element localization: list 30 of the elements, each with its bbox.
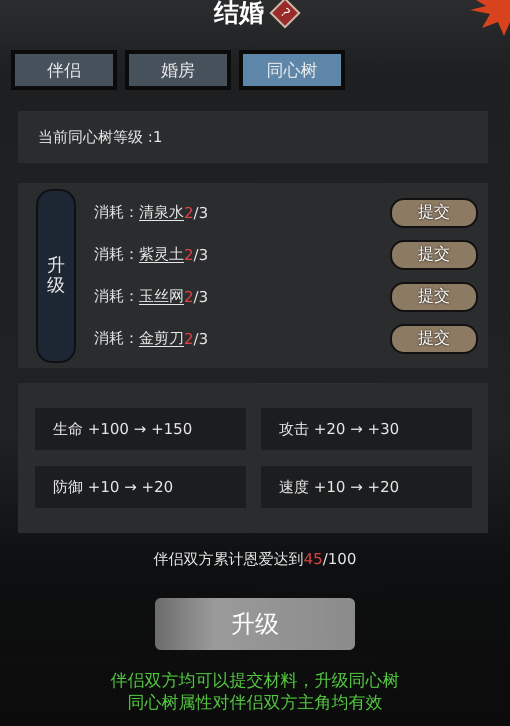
- stat-cell: 速度 +10 → +20: [261, 466, 472, 508]
- cost-label: 消耗：: [94, 203, 139, 222]
- material-link[interactable]: 紫灵土: [139, 245, 184, 264]
- cost-label: 消耗：: [94, 287, 139, 306]
- stat-cell: 生命 +100 → +150: [35, 408, 246, 450]
- cost-label: 消耗：: [94, 329, 139, 348]
- level-text: 当前同心树等级 :1: [38, 128, 162, 146]
- cost-label: 消耗：: [94, 245, 139, 264]
- hint-text: 同心树属性对伴侣双方主角均有效: [128, 692, 382, 714]
- stat-cell: 攻击 +20 → +30: [261, 408, 472, 450]
- submit-button[interactable]: 提交: [390, 198, 478, 228]
- help-button[interactable]: ?: [269, 0, 301, 29]
- material-link[interactable]: 清泉水: [139, 203, 184, 222]
- submit-button[interactable]: 提交: [390, 282, 478, 312]
- upgrade-label: 升级: [47, 256, 65, 296]
- material-count: 2/3: [184, 204, 208, 222]
- submit-button[interactable]: 提交: [390, 324, 478, 354]
- window-title: 结婚: [214, 0, 264, 26]
- close-icon[interactable]: [470, 0, 510, 36]
- hint-text: 伴侣双方均可以提交材料，升级同心树: [110, 670, 400, 692]
- material-count: 2/3: [184, 288, 208, 306]
- material-count: 2/3: [184, 246, 208, 264]
- tab[interactable]: 伴侣: [13, 52, 115, 88]
- material-link[interactable]: 玉丝网: [139, 287, 184, 306]
- stat-cell: 防御 +10 → +20: [35, 466, 246, 508]
- material-count: 2/3: [184, 330, 208, 348]
- material-link[interactable]: 金剪刀: [139, 329, 184, 348]
- progress-text: 伴侣双方累计恩爱达到45/100: [154, 550, 356, 570]
- tab[interactable]: 婚房: [127, 52, 229, 88]
- submit-button[interactable]: 提交: [390, 240, 478, 270]
